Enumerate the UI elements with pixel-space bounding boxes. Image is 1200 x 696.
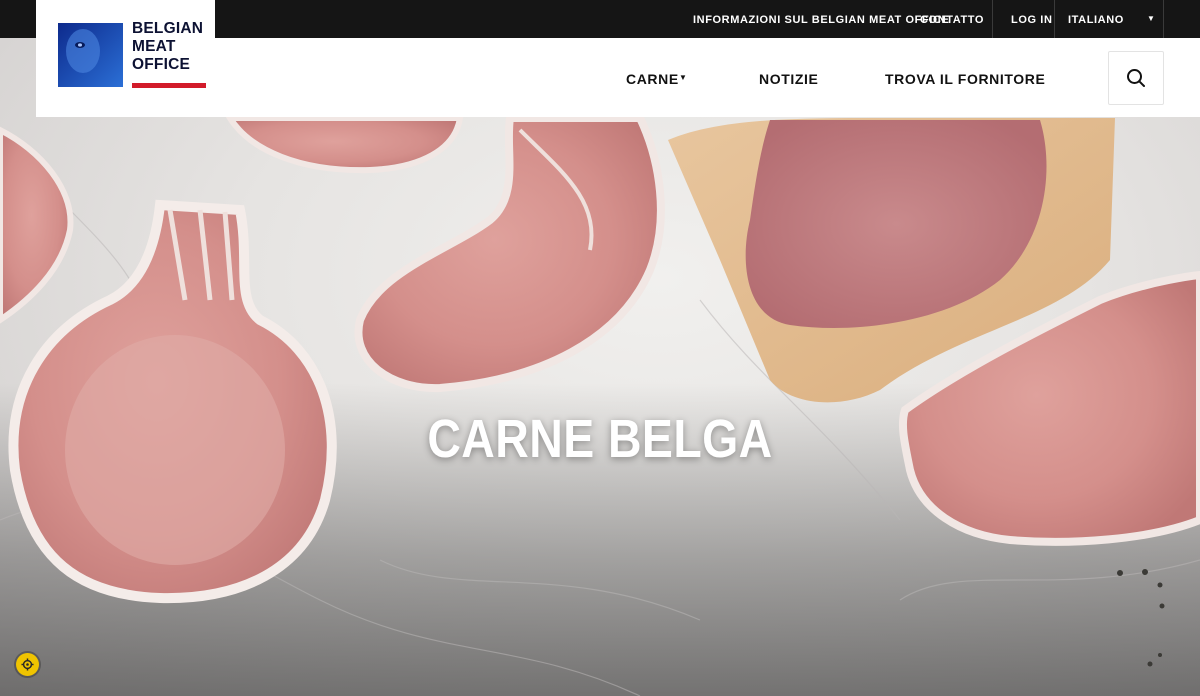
login-link[interactable]: LOG IN: [1011, 0, 1053, 38]
logo-line: OFFICE: [132, 56, 191, 73]
site-logo[interactable]: BELGIAN MEAT OFFICE: [36, 0, 215, 117]
nav-item-trova-il-fornitore[interactable]: TROVA IL FORNITORE: [885, 38, 1045, 117]
logo-accent-bar: [132, 83, 206, 88]
cookie-settings-icon: [21, 658, 34, 671]
divider: [992, 0, 993, 38]
search-button[interactable]: [1108, 51, 1164, 105]
contact-link[interactable]: CONTATTO: [920, 0, 984, 38]
cookie-settings-button[interactable]: [16, 653, 39, 676]
nav-item-carne[interactable]: CARNE: [626, 38, 679, 117]
logo-line: BELGIAN: [132, 20, 204, 37]
chevron-down-icon[interactable]: ▼: [1147, 0, 1155, 38]
search-icon: [1127, 69, 1145, 87]
divider: [1054, 0, 1055, 38]
nav-item-notizie[interactable]: NOTIZIE: [759, 38, 818, 117]
hero-title: CARNE BELGA: [427, 409, 773, 469]
logo-line: MEAT: [132, 38, 176, 55]
language-selector[interactable]: ITALIANO: [1068, 0, 1124, 38]
chevron-down-icon[interactable]: ▼: [679, 38, 687, 117]
logo-image: [58, 23, 123, 87]
logo-wordmark: BELGIAN MEAT OFFICE: [132, 20, 212, 74]
divider: [1163, 0, 1164, 38]
about-link[interactable]: INFORMAZIONI SUL BELGIAN MEAT OFFICE: [693, 0, 949, 38]
